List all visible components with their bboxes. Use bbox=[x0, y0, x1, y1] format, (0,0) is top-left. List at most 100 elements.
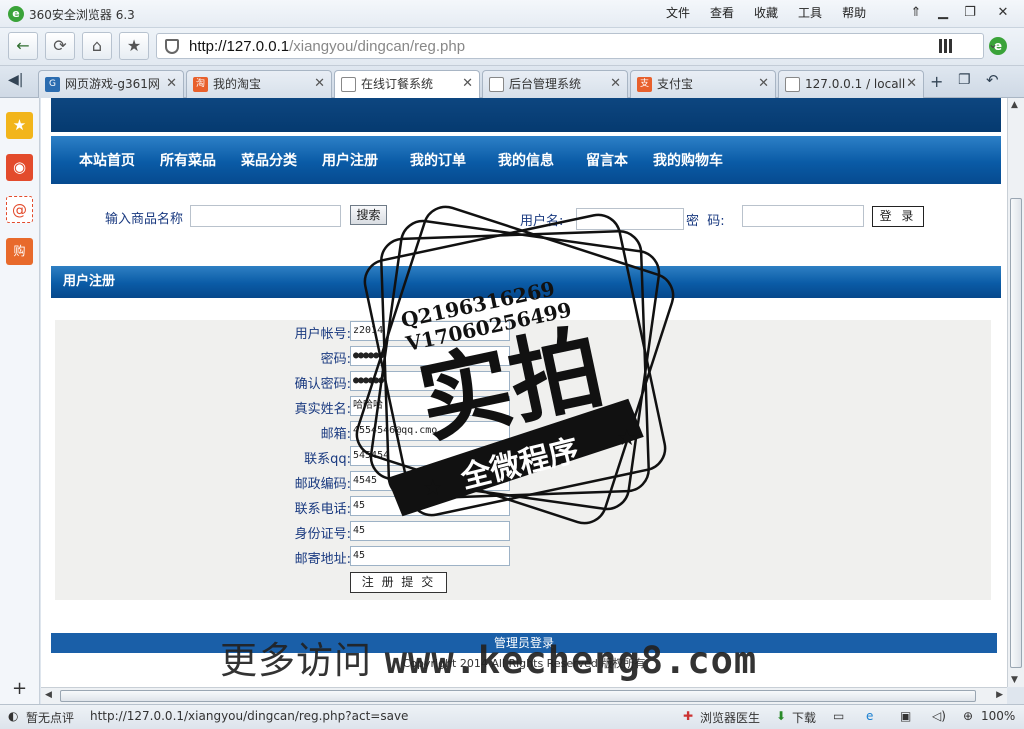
ie-icon[interactable]: e bbox=[866, 709, 873, 723]
tab-close-icon[interactable]: ✕ bbox=[166, 71, 177, 97]
nav-my-cart[interactable]: 我的购物车 bbox=[653, 150, 743, 170]
tab-localhost[interactable]: 127.0.0.1 / locall ✕ bbox=[778, 70, 924, 98]
form-row-password: 密码: ●●●●●● bbox=[55, 345, 991, 369]
tab-game[interactable]: G 网页游戏-g361网 ✕ bbox=[38, 70, 184, 98]
nav-dish-categories[interactable]: 菜品分类 bbox=[241, 150, 322, 170]
shopping-icon[interactable]: 购 bbox=[6, 238, 33, 265]
address-bar[interactable]: http://127.0.0.1/xiangyou/dingcan/reg.ph… bbox=[156, 33, 1007, 59]
form-row-qq: 联系qq: 545454 bbox=[55, 445, 991, 469]
favorite-star-button[interactable]: ★ bbox=[119, 32, 149, 60]
home-button[interactable]: ⌂ bbox=[82, 32, 112, 60]
tab-close-icon[interactable]: ✕ bbox=[462, 71, 473, 97]
undo-close-icon[interactable]: ↶ bbox=[986, 71, 999, 89]
vertical-scrollbar[interactable]: ▲ ▼ bbox=[1007, 98, 1024, 687]
search-button[interactable]: 搜索 bbox=[350, 205, 387, 225]
address-url[interactable]: http://127.0.0.1/xiangyou/dingcan/reg.ph… bbox=[189, 38, 465, 55]
favorites-star-icon[interactable]: ★ bbox=[6, 112, 33, 139]
doctor-icon[interactable]: ✚ bbox=[683, 709, 693, 723]
tab-close-icon[interactable]: ✕ bbox=[906, 71, 917, 97]
screenshot-icon[interactable]: ▭ bbox=[833, 709, 844, 723]
scroll-left-icon[interactable]: ◀ bbox=[45, 690, 52, 700]
username-input[interactable] bbox=[576, 208, 684, 230]
nav-all-dishes[interactable]: 所有菜品 bbox=[160, 150, 241, 170]
site-main-nav: 本站首页 所有菜品 菜品分类 用户注册 我的订单 我的信息 留言本 我的购物车 bbox=[51, 136, 1001, 184]
qr-code-icon[interactable] bbox=[939, 39, 953, 53]
volume-icon[interactable]: ◁) bbox=[932, 709, 946, 723]
minimize-button[interactable]: ▁ bbox=[930, 3, 956, 23]
search-input[interactable] bbox=[190, 205, 341, 227]
browser-doctor[interactable]: 浏览器医生 bbox=[700, 709, 760, 726]
qq-input[interactable]: 545454 bbox=[350, 446, 510, 466]
rating-icon[interactable]: ◐ bbox=[8, 709, 18, 723]
new-tab-icon[interactable]: + bbox=[930, 72, 943, 91]
menu-file[interactable]: 文件 bbox=[656, 5, 700, 21]
login-button[interactable]: 登 录 bbox=[872, 206, 924, 227]
form-row-confirm-password: 确认密码: ●●●●●● bbox=[55, 370, 991, 394]
menu-help[interactable]: 帮助 bbox=[832, 5, 876, 21]
restore-tab-icon[interactable]: ❐ bbox=[958, 72, 971, 88]
zoom-level[interactable]: 100% bbox=[981, 709, 1015, 723]
username-label: 用户名: bbox=[520, 214, 564, 229]
tab-alipay[interactable]: 支 支付宝 ✕ bbox=[630, 70, 776, 98]
bottom-watermark: 更多访问 www.kecheng8.com bbox=[220, 639, 758, 682]
scroll-down-icon[interactable]: ▼ bbox=[1011, 675, 1018, 685]
phone-input[interactable]: 45 bbox=[350, 496, 510, 516]
horizontal-scroll-thumb[interactable] bbox=[60, 690, 976, 702]
scroll-right-icon[interactable]: ▶ bbox=[996, 690, 1003, 700]
menu-favorites[interactable]: 收藏 bbox=[744, 5, 788, 21]
browser-logo-icon: e bbox=[8, 6, 24, 22]
realname-input[interactable]: 哈哈哈 bbox=[350, 396, 510, 416]
tab-ordering-system[interactable]: 在线订餐系统 ✕ bbox=[334, 70, 480, 99]
password-input[interactable] bbox=[742, 205, 864, 227]
back-button[interactable]: ← bbox=[8, 32, 38, 60]
page-icon bbox=[785, 77, 800, 92]
account-input[interactable]: z2014 bbox=[350, 321, 510, 341]
idcard-input[interactable]: 45 bbox=[350, 521, 510, 541]
menu-view[interactable]: 查看 bbox=[700, 5, 744, 21]
section-title: 用户注册 bbox=[51, 266, 1001, 298]
close-window-button[interactable]: ✕ bbox=[990, 3, 1016, 23]
mail-icon[interactable]: @ bbox=[6, 196, 33, 223]
tab-close-icon[interactable]: ✕ bbox=[610, 71, 621, 97]
tab-taobao[interactable]: 淘 我的淘宝 ✕ bbox=[186, 70, 332, 98]
address-dropdown-icon[interactable]: ⌄ bbox=[988, 37, 998, 51]
weibo-icon[interactable]: ◉ bbox=[6, 154, 33, 181]
tab-admin-system[interactable]: 后台管理系统 ✕ bbox=[482, 70, 628, 98]
download-icon[interactable]: ⬇ bbox=[776, 709, 786, 723]
nav-register[interactable]: 用户注册 bbox=[322, 150, 410, 170]
menu-tools[interactable]: 工具 bbox=[788, 5, 832, 21]
scroll-up-icon[interactable]: ▲ bbox=[1011, 100, 1018, 110]
postcode-input[interactable]: 4545 bbox=[350, 471, 510, 491]
nav-my-orders[interactable]: 我的订单 bbox=[410, 150, 498, 170]
nav-my-info[interactable]: 我的信息 bbox=[498, 150, 586, 170]
site-banner bbox=[51, 98, 1001, 132]
download-label[interactable]: 下载 bbox=[792, 709, 816, 726]
password-field[interactable]: ●●●●●● bbox=[350, 346, 510, 366]
address-toolbar: ← ⟳ ⌂ ★ http://127.0.0.1/xiangyou/dingca… bbox=[0, 28, 1024, 66]
tab-bar: ◀| G 网页游戏-g361网 ✕ 淘 我的淘宝 ✕ 在线订餐系统 ✕ 后台管理… bbox=[0, 66, 1024, 99]
restore-button[interactable]: ❐ bbox=[957, 3, 983, 23]
horizontal-scrollbar[interactable]: ◀ ▶ bbox=[41, 687, 1007, 704]
page-icon bbox=[341, 77, 356, 92]
pin-icon[interactable]: ⇑ bbox=[903, 3, 929, 23]
zoom-icon[interactable]: ⊕ bbox=[963, 709, 973, 723]
window-icon[interactable]: ▣ bbox=[900, 709, 911, 723]
confirm-password-field[interactable]: ●●●●●● bbox=[350, 371, 510, 391]
vertical-scroll-thumb[interactable] bbox=[1010, 198, 1022, 668]
form-row-phone: 联系电话: 45 bbox=[55, 495, 991, 519]
register-submit-button[interactable]: 注 册 提 交 bbox=[350, 572, 447, 593]
sidebar-toggle-icon[interactable]: ◀| bbox=[8, 72, 23, 88]
tab-close-icon[interactable]: ✕ bbox=[314, 71, 325, 97]
rating-text[interactable]: 暂无点评 bbox=[26, 709, 74, 726]
email-input[interactable]: 4554546@qq.cmo bbox=[350, 421, 510, 441]
status-bar: ◐ 暂无点评 http://127.0.0.1/xiangyou/dingcan… bbox=[0, 704, 1024, 729]
nav-guestbook[interactable]: 留言本 bbox=[586, 150, 653, 170]
nav-home[interactable]: 本站首页 bbox=[79, 150, 160, 170]
alipay-icon: 支 bbox=[637, 77, 652, 92]
refresh-button[interactable]: ⟳ bbox=[45, 32, 75, 60]
tab-close-icon[interactable]: ✕ bbox=[758, 71, 769, 97]
sidebar-add-icon[interactable]: + bbox=[12, 678, 27, 699]
browser-menu: 文件 查看 收藏 工具 帮助 bbox=[656, 5, 876, 21]
form-row-realname: 真实姓名: 哈哈哈 bbox=[55, 395, 991, 419]
address-input[interactable]: 45 bbox=[350, 546, 510, 566]
